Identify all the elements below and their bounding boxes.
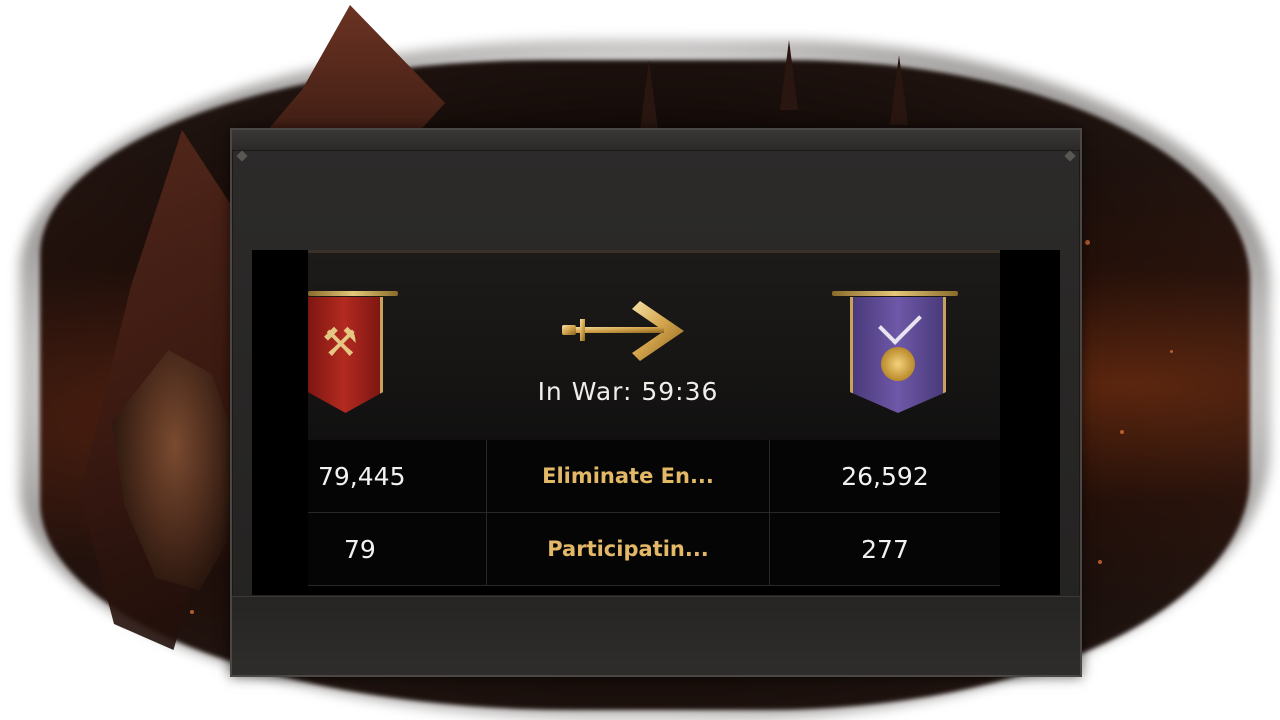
left-value: 79 [344, 534, 376, 564]
game-screen: ⚒ In War: 59:36 79,445 Eliminate En... 2… [0, 0, 1280, 720]
axe-icon: ⚒ [322, 320, 358, 366]
ember [1085, 240, 1090, 245]
war-content: ⚒ In War: 59:36 79,445 Eliminate En... 2… [252, 250, 1060, 595]
war-status-label: In War: 59:36 [537, 377, 719, 406]
ember [1098, 560, 1102, 564]
stat-label[interactable]: Participatin... [486, 513, 770, 585]
left-value: 79,445 [318, 461, 406, 491]
banner-cloth [850, 297, 946, 413]
ember [1120, 430, 1124, 434]
stats-table: 79,445 Eliminate En... 26,592 79 Partici… [308, 440, 1000, 586]
ember [1170, 350, 1173, 353]
chevron-icon [878, 301, 922, 345]
left-faction-banner[interactable]: ⚒ [308, 291, 398, 415]
rivet [236, 150, 248, 162]
ember [190, 610, 194, 614]
banner-rod [308, 291, 398, 296]
panel-footer [232, 596, 1080, 675]
war-panel: ⚒ In War: 59:36 79,445 Eliminate En... 2… [230, 128, 1082, 677]
rivet [1064, 150, 1076, 162]
spike-decoration [890, 55, 908, 125]
stat-label[interactable]: Eliminate En... [486, 440, 770, 512]
crest-icon [881, 347, 915, 381]
right-value: 277 [861, 534, 909, 564]
table-row: 79,445 Eliminate En... 26,592 [308, 440, 1000, 513]
right-value: 26,592 [841, 461, 929, 491]
banner-zone: ⚒ In War: 59:36 [308, 250, 1000, 443]
spike-decoration [640, 60, 658, 130]
dragon-wing-tip [255, 5, 445, 145]
banner-cloth: ⚒ [308, 297, 383, 413]
panel-header-bar [232, 130, 1080, 151]
right-faction-banner[interactable] [832, 291, 958, 415]
table-row: 79 Participatin... 277 [308, 513, 1000, 586]
spike-decoration [780, 40, 798, 110]
banner-rod [832, 291, 958, 296]
crossed-sword-arrow-icon [562, 301, 684, 361]
